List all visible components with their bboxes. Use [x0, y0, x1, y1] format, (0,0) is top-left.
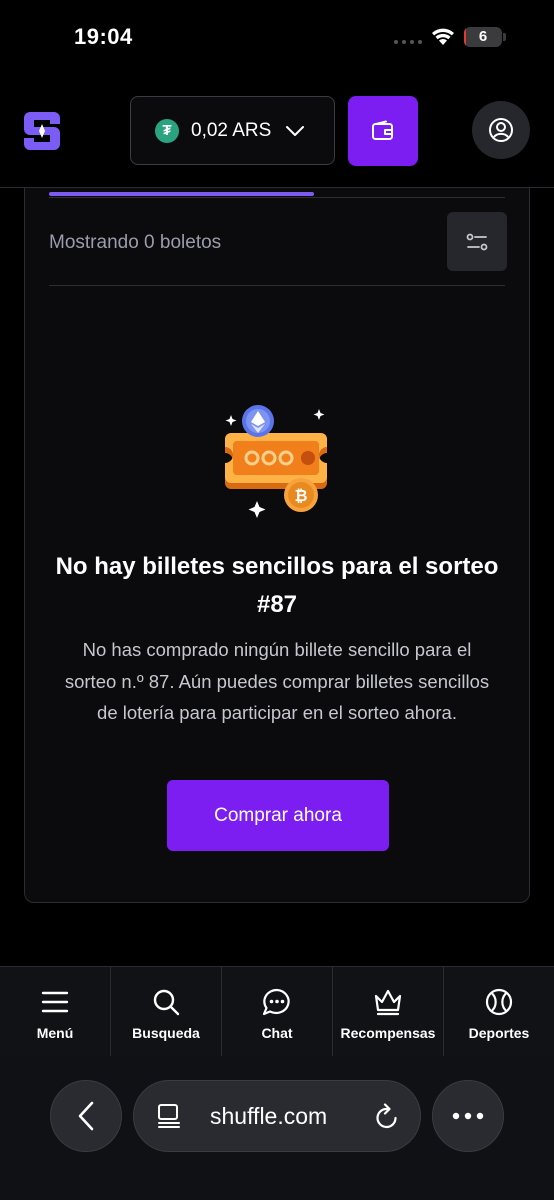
- chevron-down-icon: [286, 125, 305, 136]
- balance-selector[interactable]: ₮ 0,02 ARS: [130, 96, 335, 165]
- user-icon: [489, 118, 513, 142]
- profile-button[interactable]: [472, 101, 530, 159]
- shuffle-logo-icon[interactable]: [22, 108, 62, 154]
- nav-label: Recompensas: [340, 1025, 436, 1041]
- tickets-count-label: Mostrando 0 boletos: [49, 232, 222, 253]
- more-horizontal-icon: [452, 1112, 484, 1120]
- status-bar: 19:04 6: [0, 0, 554, 76]
- chat-icon: [262, 987, 292, 1017]
- filter-sliders-icon: [466, 233, 488, 250]
- list-divider: [49, 285, 505, 286]
- buy-now-button[interactable]: Comprar ahora: [167, 780, 389, 851]
- filter-button[interactable]: [447, 212, 507, 271]
- url-text: shuffle.com: [210, 1103, 328, 1129]
- active-tab-indicator: [49, 192, 314, 196]
- tickets-panel: Mostrando 0 boletos ₿ No hay billetes se…: [24, 188, 530, 903]
- nav-label: Busqueda: [132, 1025, 200, 1041]
- crown-icon: [373, 987, 403, 1017]
- nav-item-search[interactable]: Busqueda: [111, 967, 222, 1056]
- empty-state-description: No has comprado ningún billete sencillo …: [64, 639, 490, 723]
- lottery-ticket-icon: ₿: [225, 405, 327, 518]
- nav-item-menu[interactable]: Menú: [0, 967, 111, 1056]
- wallet-icon: [372, 120, 393, 140]
- wallet-button[interactable]: [348, 96, 418, 166]
- app-header: ₮ 0,02 ARS: [0, 76, 554, 188]
- browser-more-button[interactable]: [432, 1080, 504, 1152]
- bottom-nav: Menú Busqueda Chat Recompensas Deportes: [0, 966, 554, 1056]
- wifi-icon: [432, 28, 454, 45]
- reader-mode-icon[interactable]: [156, 1103, 182, 1129]
- empty-state-title: No hay billetes sencillos para el sorteo…: [55, 553, 499, 618]
- nav-label: Chat: [261, 1025, 293, 1041]
- address-bar[interactable]: shuffle.com: [133, 1080, 421, 1152]
- battery-tip: [503, 33, 506, 41]
- battery-level: 6: [478, 28, 488, 45]
- search-icon: [151, 987, 181, 1017]
- chevron-left-icon: [78, 1101, 94, 1131]
- battery-icon: 6: [464, 27, 502, 47]
- menu-icon: [40, 987, 70, 1017]
- nav-label: Menú: [36, 1025, 74, 1041]
- nav-label: Deportes: [468, 1025, 530, 1041]
- cellular-signal-icon: [394, 40, 422, 44]
- tether-icon: ₮: [155, 118, 179, 143]
- nav-item-chat[interactable]: Chat: [222, 967, 333, 1056]
- svg-text:₿: ₿: [294, 486, 307, 505]
- browser-back-button[interactable]: [50, 1080, 122, 1152]
- browser-toolbar: shuffle.com: [0, 1056, 554, 1200]
- tab-divider: [49, 197, 505, 198]
- tennis-ball-icon: [484, 987, 514, 1017]
- status-time: 19:04: [74, 24, 133, 49]
- reload-icon[interactable]: [374, 1103, 400, 1131]
- nav-item-sports[interactable]: Deportes: [444, 967, 554, 1056]
- nav-item-rewards[interactable]: Recompensas: [333, 967, 444, 1056]
- balance-amount: 0,02 ARS: [191, 119, 272, 141]
